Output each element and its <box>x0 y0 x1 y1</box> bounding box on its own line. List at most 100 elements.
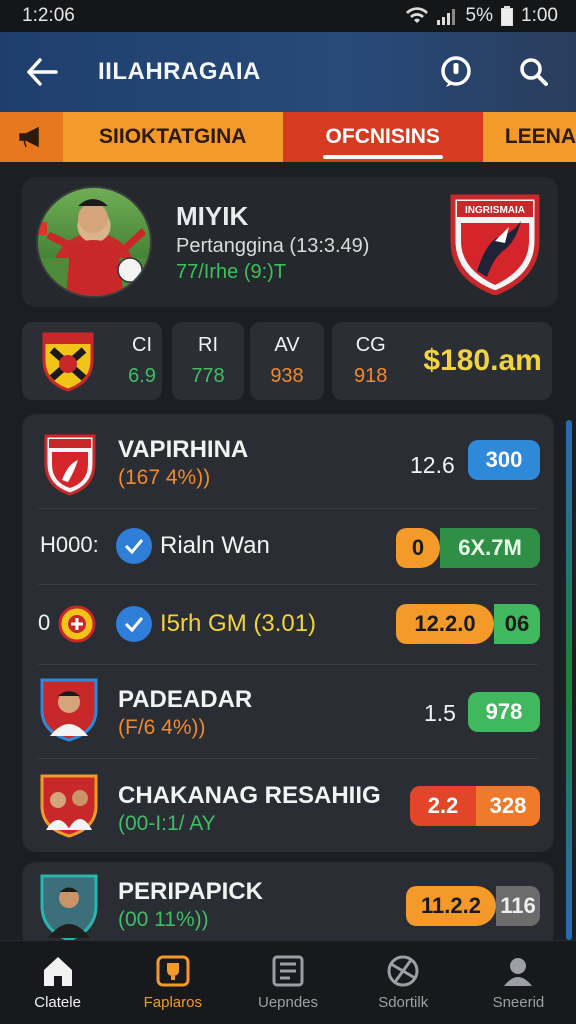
ball-icon <box>387 955 419 987</box>
pill-value: 0 <box>396 528 440 568</box>
stat-ri: RI 778 <box>172 322 244 400</box>
alert-button[interactable] <box>434 50 478 94</box>
home-icon <box>43 957 72 986</box>
nav-favorites[interactable]: Faplaros <box>115 941 230 1024</box>
verified-check-icon <box>116 528 152 564</box>
odds-pill[interactable]: 12.2.0 06 <box>396 604 540 644</box>
list-item[interactable]: PADEADAR (F/6 4%)) 1.5 978 <box>22 666 554 758</box>
profile-icon <box>504 958 533 986</box>
odds-pill[interactable]: 11.2.2 116 <box>406 886 540 926</box>
odds-pill[interactable]: 0 6X.7M <box>396 528 540 568</box>
divider <box>38 584 538 585</box>
odds-pill[interactable]: 300 <box>468 440 540 480</box>
chat-alert-icon <box>441 56 471 87</box>
verified-check-icon <box>116 606 152 642</box>
pill-value: 328 <box>476 786 540 826</box>
pill-value: 12.2.0 <box>396 604 494 644</box>
pill-value: 116 <box>496 886 540 926</box>
status-bar: 1:2:06 5% 1:00 <box>0 0 576 32</box>
player-avatar-icon <box>40 874 98 942</box>
app-bar: IILAHRAGAIA <box>0 32 576 112</box>
bottom-navigation: Clatele Faplaros Uepndes Sdortilk Sneeri… <box>0 940 576 1024</box>
club-crest: INGRISMAIA <box>450 194 540 295</box>
row-prefix: 0 <box>38 610 51 635</box>
search-icon <box>520 58 548 86</box>
club-badge-icon <box>44 434 96 496</box>
list-item[interactable]: CHAKANAG RESAHIIG (00-I:1/ AY 2.2 328 <box>22 760 554 850</box>
stat-label: CG <box>355 334 386 356</box>
market-value: $180.am <box>423 344 542 377</box>
team-badge-icon <box>42 332 94 392</box>
list-item[interactable]: 0 I5rh GM (3.01) 12.2.0 06 <box>22 586 554 662</box>
nav-label: Clatele <box>34 994 81 1011</box>
row-title: CHAKANAG RESAHIIG <box>118 782 381 809</box>
team-photo-icon <box>40 774 98 838</box>
stat-av: AV 938 <box>250 322 324 400</box>
divider <box>38 758 538 759</box>
odds-pill[interactable]: 978 <box>468 692 540 732</box>
page-title: IILAHRAGAIA <box>98 58 261 85</box>
trophy-icon <box>156 955 190 987</box>
tab-feed[interactable] <box>0 112 63 162</box>
nav-label: Sdortilk <box>378 994 429 1011</box>
stat-cg-money: CG 918 $180.am <box>332 322 552 400</box>
list-item[interactable]: VAPIRHINA (167 4%)) 12.6 300 <box>22 426 554 506</box>
stat-cg: CG 918 <box>354 334 387 388</box>
player-subtitle: Pertanggina (13:3.49) <box>176 235 370 257</box>
pill-value: 2.2 <box>410 786 476 826</box>
nav-search[interactable]: Sneerid <box>461 941 576 1024</box>
row-title: I5rh GM (3.01) <box>160 610 317 637</box>
player-avatar-icon <box>40 678 98 742</box>
stat-value: 918 <box>354 365 388 387</box>
stat-value: 938 <box>270 365 304 387</box>
player-card[interactable]: MIYIK Pertanggina (13:3.49) 77/Irhe (9:)… <box>22 177 558 307</box>
player-detail: 77/Irhe (9:)T <box>176 261 287 283</box>
row-title: VAPIRHINA <box>118 436 249 463</box>
nav-home[interactable]: Clatele <box>0 941 115 1024</box>
odds-pill[interactable]: 2.2 328 <box>410 786 540 826</box>
player-avatar <box>36 186 152 298</box>
megaphone-icon <box>19 126 40 148</box>
row-subtitle: (00-I:1/ AY <box>118 812 216 835</box>
stat-value: 778 <box>191 365 225 387</box>
news-icon <box>272 955 304 987</box>
row-subtitle: (F/6 4%)) <box>118 716 206 739</box>
nav-label: Faplaros <box>143 994 202 1011</box>
tab-3[interactable]: LEENA <box>482 112 576 162</box>
list-item[interactable]: PERIPAPICK (00 11%)) 11.2.2 116 <box>22 862 554 948</box>
row-title: PERIPAPICK <box>118 878 263 905</box>
match-list-more: PERIPAPICK (00 11%)) 11.2.2 116 <box>22 862 554 948</box>
pill-value: 11.2.2 <box>406 886 496 926</box>
back-button[interactable] <box>20 50 64 94</box>
tab-bar: SIIOKTATGINA OFCNISINS LEENA <box>0 112 576 162</box>
battery-icon <box>501 6 514 26</box>
pill-value: 06 <box>494 604 540 644</box>
scrollbar[interactable] <box>566 420 572 940</box>
wifi-icon <box>405 7 428 23</box>
signal-icon <box>436 9 455 25</box>
row-title: PADEADAR <box>118 686 253 713</box>
status-time-right: 1:00 <box>521 5 558 26</box>
nav-label: Uepndes <box>257 994 319 1011</box>
status-time: 1:2:06 <box>22 5 75 26</box>
list-item[interactable]: H000: Rialn Wan 0 6X.7M <box>22 510 554 584</box>
stat-label: AV <box>274 334 300 356</box>
stat-ci: CI 6.9 <box>112 322 172 400</box>
nav-sports[interactable]: Sdortilk <box>346 941 461 1024</box>
search-button[interactable] <box>512 50 556 94</box>
pill-value: 300 <box>485 447 523 472</box>
row-odd: 12.6 <box>410 452 455 478</box>
row-odd: 1.5 <box>424 700 456 726</box>
nav-updates[interactable]: Uepndes <box>230 941 345 1024</box>
stat-label: RI <box>198 334 218 356</box>
row-prefix: H000: <box>40 532 99 557</box>
stat-value: 6.9 <box>128 365 156 387</box>
pill-value: 6X.7M <box>440 528 540 568</box>
tab-1[interactable]: SIIOKTATGINA <box>62 112 283 162</box>
stat-label: CI <box>132 334 152 356</box>
pill-value: 978 <box>485 699 523 724</box>
tab-2-active[interactable]: OFCNISINS <box>282 112 483 162</box>
arrow-left-icon <box>27 58 58 86</box>
nav-label: Sneerid <box>492 994 545 1011</box>
divider <box>38 664 538 665</box>
